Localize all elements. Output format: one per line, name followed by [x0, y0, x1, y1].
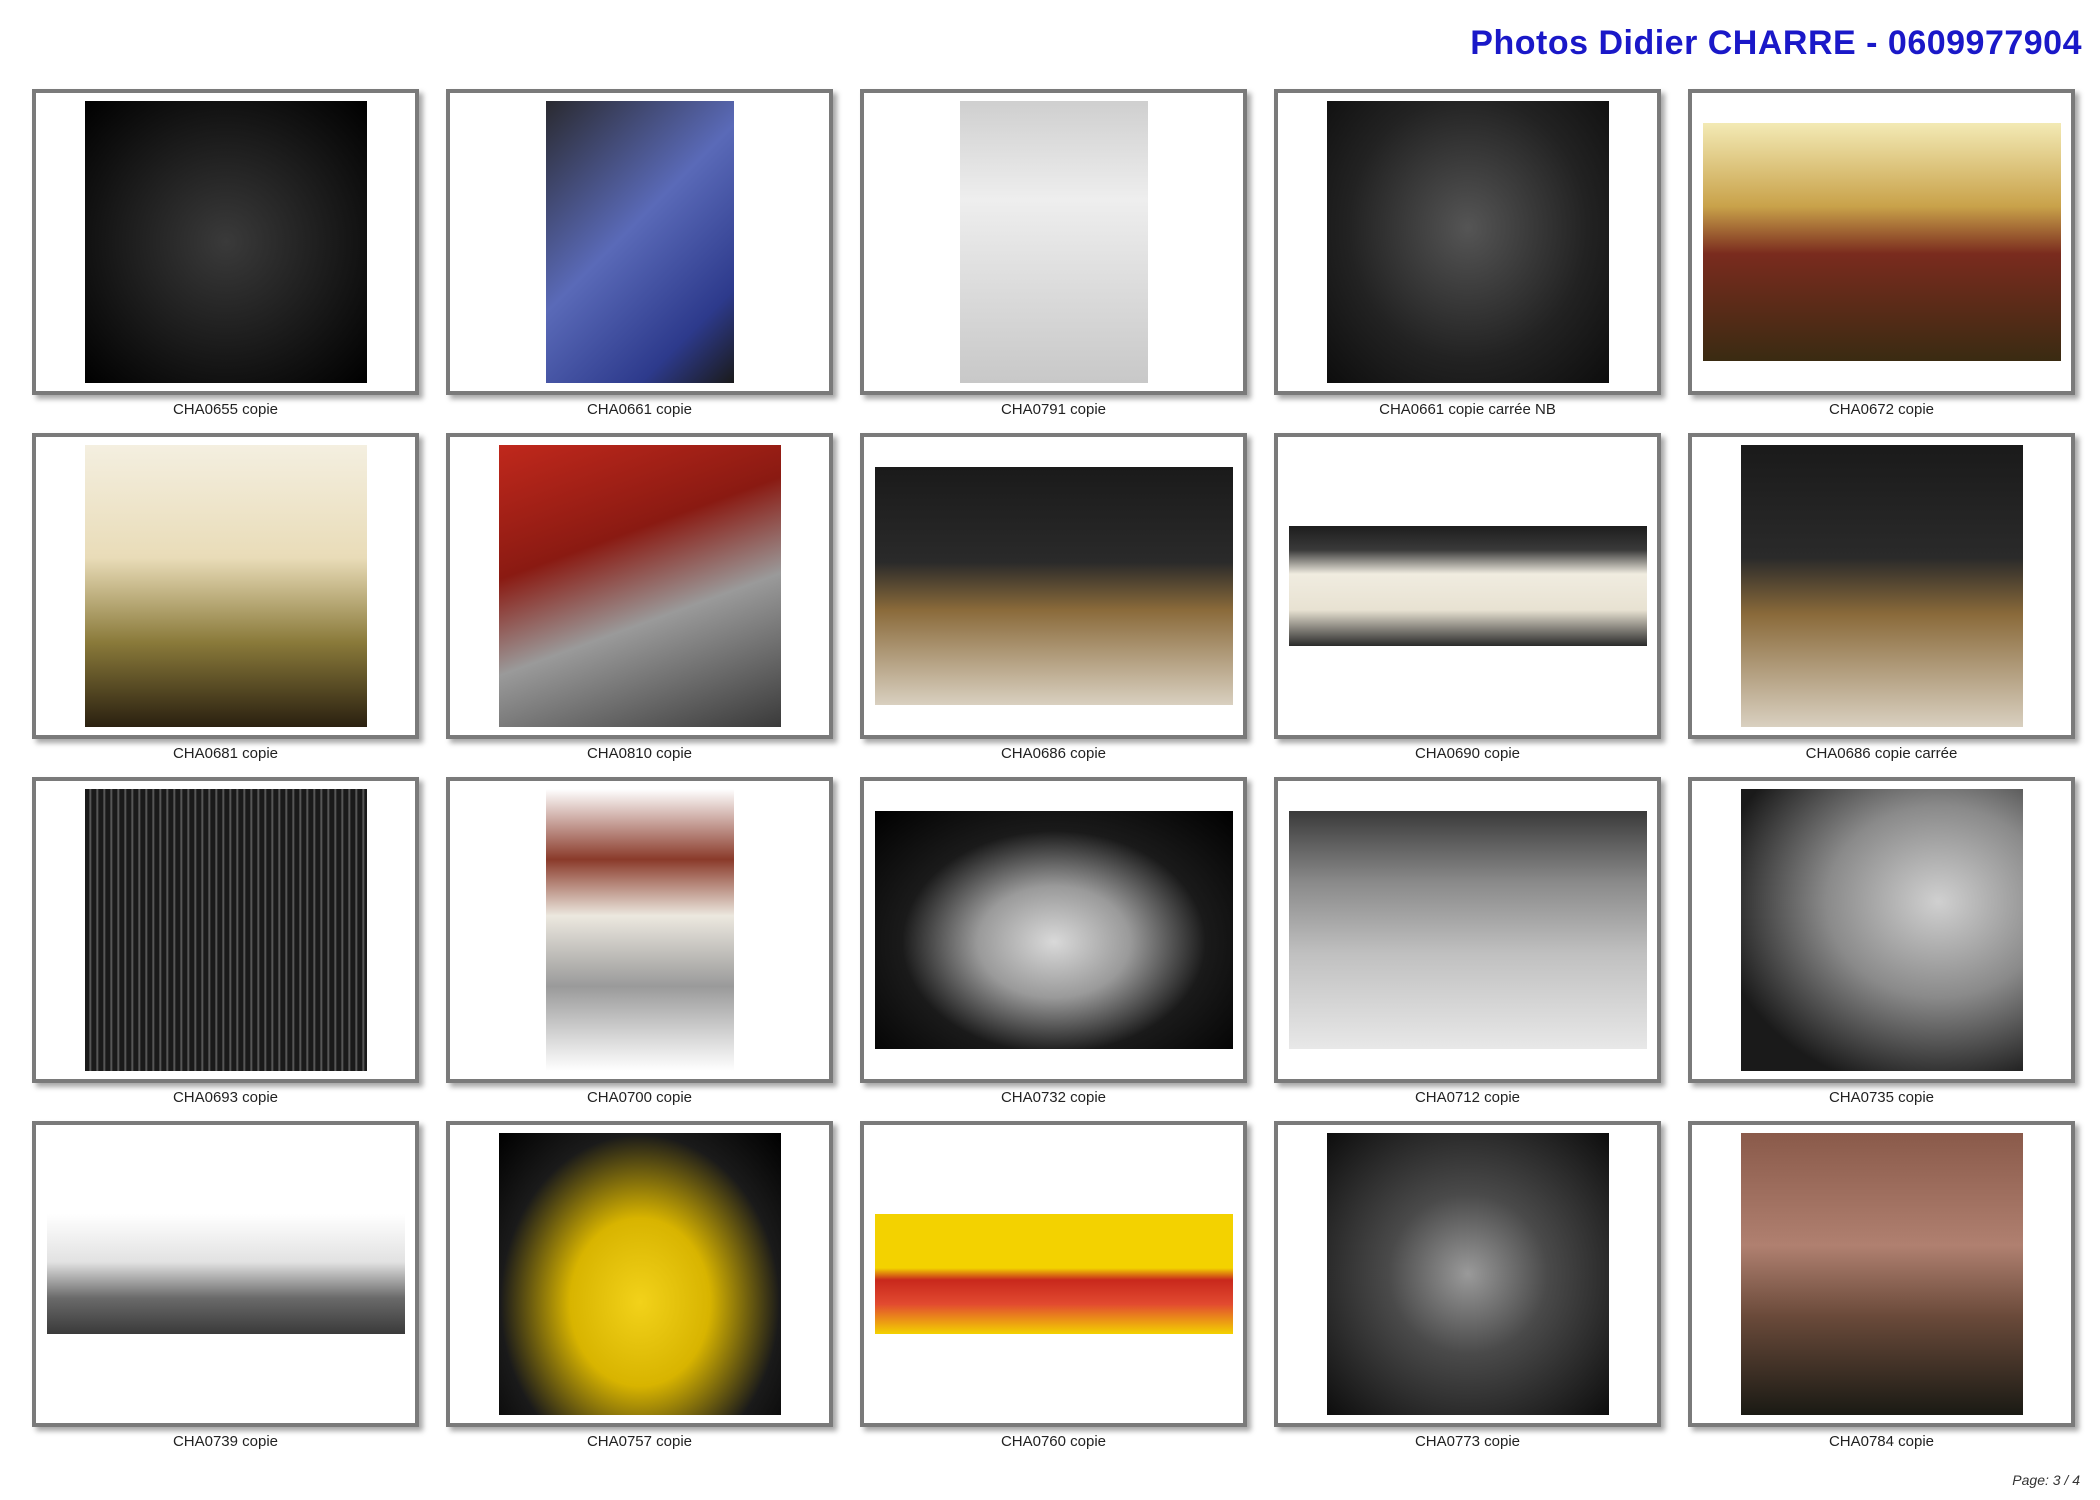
thumbnail-frame[interactable] [860, 1121, 1247, 1427]
thumbnail-caption: CHA0784 copie [1828, 1433, 1935, 1450]
thumbnail-item[interactable]: CHA0760 copie [860, 1121, 1247, 1465]
thumbnail-caption: CHA0732 copie [1000, 1089, 1107, 1106]
thumbnail-photo[interactable] [1326, 101, 1609, 383]
thumbnail-photo[interactable] [1740, 1133, 2023, 1415]
thumbnail-frame[interactable] [860, 89, 1247, 395]
thumbnail-item[interactable]: CHA0773 copie [1274, 1121, 1661, 1465]
thumbnail-caption: CHA0739 copie [172, 1433, 279, 1450]
thumbnail-item[interactable]: CHA0655 copie [32, 89, 419, 433]
thumbnail-item[interactable]: CHA0690 copie [1274, 433, 1661, 777]
thumbnail-frame[interactable] [860, 433, 1247, 739]
thumbnail-photo[interactable] [959, 101, 1148, 383]
thumbnail-caption: CHA0686 copie [1000, 745, 1107, 762]
thumbnail-item[interactable]: CHA0712 copie [1274, 777, 1661, 1121]
thumbnail-frame[interactable] [446, 777, 833, 1083]
thumbnail-item[interactable]: CHA0661 copie carrée NB [1274, 89, 1661, 433]
thumbnail-photo[interactable] [84, 101, 367, 383]
thumbnail-item[interactable]: CHA0810 copie [446, 433, 833, 777]
thumbnail-caption: CHA0661 copie carrée NB [1379, 401, 1556, 418]
thumbnail-photo[interactable] [1288, 526, 1647, 646]
thumbnail-frame[interactable] [1274, 1121, 1661, 1427]
thumbnail-caption: CHA0681 copie [172, 745, 279, 762]
thumbnail-photo[interactable] [874, 467, 1233, 705]
thumbnail-item[interactable]: CHA0739 copie [32, 1121, 419, 1465]
thumbnail-photo[interactable] [1702, 123, 2061, 361]
thumbnail-photo[interactable] [874, 811, 1233, 1049]
thumbnail-frame[interactable] [1688, 1121, 2075, 1427]
thumbnail-frame[interactable] [1688, 89, 2075, 395]
thumbnail-item[interactable]: CHA0693 copie [32, 777, 419, 1121]
page-number: Page: 3 / 4 [2012, 1472, 2080, 1488]
thumbnail-photo[interactable] [84, 445, 367, 727]
thumbnail-photo[interactable] [498, 445, 781, 727]
thumbnail-item[interactable]: CHA0681 copie [32, 433, 419, 777]
thumbnail-caption: CHA0760 copie [1000, 1433, 1107, 1450]
thumbnail-caption: CHA0791 copie [1000, 401, 1107, 418]
thumbnail-caption: CHA0810 copie [586, 745, 693, 762]
thumbnail-photo[interactable] [1740, 445, 2023, 727]
thumbnail-frame[interactable] [860, 777, 1247, 1083]
page-title: Photos Didier CHARRE - 0609977904 [1470, 24, 2082, 62]
thumbnail-photo[interactable] [84, 789, 367, 1071]
thumbnail-photo[interactable] [545, 789, 734, 1071]
thumbnail-frame[interactable] [1688, 777, 2075, 1083]
thumbnail-photo[interactable] [1288, 811, 1647, 1049]
thumbnail-grid: CHA0655 copie CHA0661 copie CHA0791 copie C… [32, 89, 2075, 1465]
thumbnail-photo[interactable] [498, 1133, 781, 1415]
thumbnail-item[interactable]: CHA0757 copie [446, 1121, 833, 1465]
thumbnail-caption: CHA0661 copie [586, 401, 693, 418]
thumbnail-item[interactable]: CHA0784 copie [1688, 1121, 2075, 1465]
thumbnail-frame[interactable] [1274, 433, 1661, 739]
thumbnail-caption: CHA0686 copie carrée [1805, 745, 1958, 762]
thumbnail-frame[interactable] [32, 433, 419, 739]
thumbnail-item[interactable]: CHA0672 copie [1688, 89, 2075, 433]
thumbnail-frame[interactable] [32, 777, 419, 1083]
thumbnail-frame[interactable] [1274, 777, 1661, 1083]
thumbnail-frame[interactable] [446, 433, 833, 739]
thumbnail-caption: CHA0693 copie [172, 1089, 279, 1106]
thumbnail-caption: CHA0735 copie [1828, 1089, 1935, 1106]
thumbnail-photo[interactable] [1740, 789, 2023, 1071]
thumbnail-item[interactable]: CHA0661 copie [446, 89, 833, 433]
thumbnail-caption: CHA0690 copie [1414, 745, 1521, 762]
thumbnail-item[interactable]: CHA0791 copie [860, 89, 1247, 433]
thumbnail-caption: CHA0700 copie [586, 1089, 693, 1106]
thumbnail-caption: CHA0655 copie [172, 401, 279, 418]
thumbnail-frame[interactable] [446, 89, 833, 395]
thumbnail-item[interactable]: CHA0732 copie [860, 777, 1247, 1121]
thumbnail-frame[interactable] [32, 89, 419, 395]
thumbnail-caption: CHA0773 copie [1414, 1433, 1521, 1450]
thumbnail-frame[interactable] [1274, 89, 1661, 395]
thumbnail-frame[interactable] [1688, 433, 2075, 739]
thumbnail-caption: CHA0672 copie [1828, 401, 1935, 418]
thumbnail-frame[interactable] [446, 1121, 833, 1427]
thumbnail-item[interactable]: CHA0686 copie [860, 433, 1247, 777]
thumbnail-photo[interactable] [46, 1214, 405, 1334]
thumbnail-caption: CHA0712 copie [1414, 1089, 1521, 1106]
thumbnail-item[interactable]: CHA0686 copie carrée [1688, 433, 2075, 777]
thumbnail-frame[interactable] [32, 1121, 419, 1427]
thumbnail-photo[interactable] [874, 1214, 1233, 1334]
thumbnail-item[interactable]: CHA0735 copie [1688, 777, 2075, 1121]
thumbnail-photo[interactable] [545, 101, 734, 383]
thumbnail-photo[interactable] [1326, 1133, 1609, 1415]
thumbnail-item[interactable]: CHA0700 copie [446, 777, 833, 1121]
thumbnail-caption: CHA0757 copie [586, 1433, 693, 1450]
